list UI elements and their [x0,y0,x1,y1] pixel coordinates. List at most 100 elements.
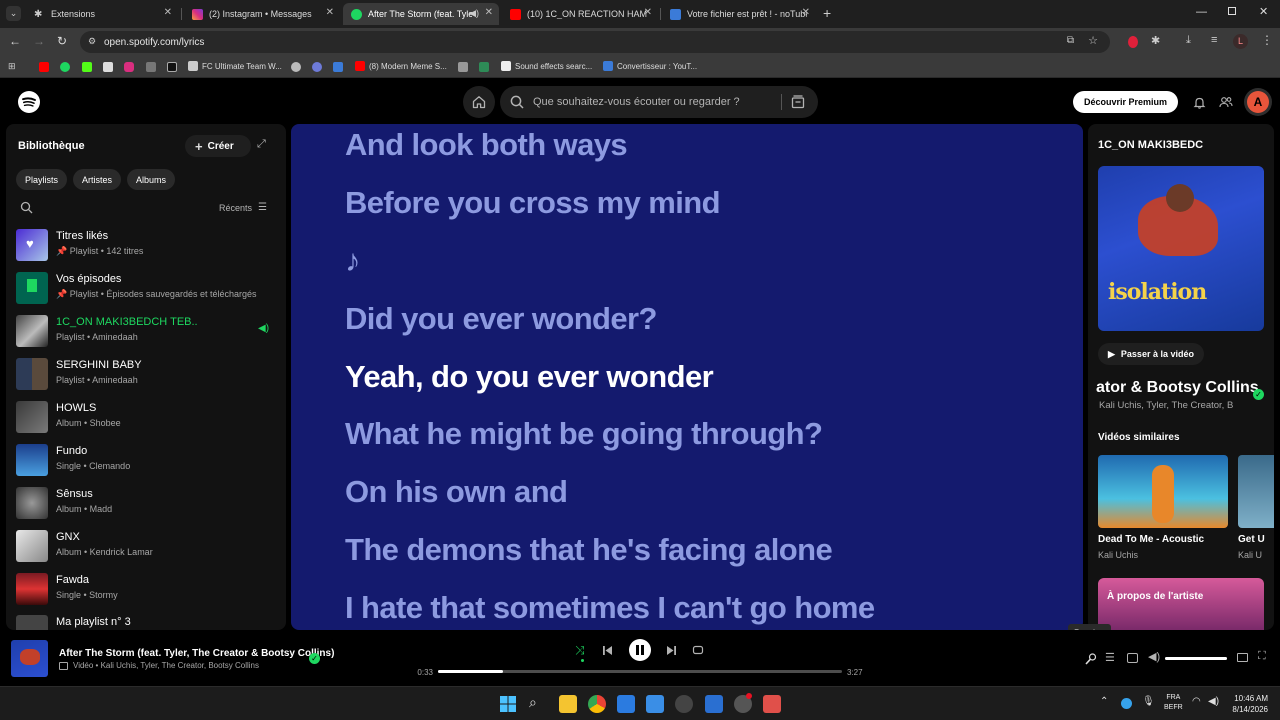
next-icon[interactable] [666,645,677,656]
site-info-icon[interactable]: ⚙ [88,36,96,47]
filter-albums[interactable]: Albums [127,169,176,190]
spotify-logo-icon[interactable] [18,91,40,113]
notube-bookmark-icon[interactable] [333,62,343,72]
library-item[interactable]: ♥ Titres likés 📌 Playlist • 142 titres [16,227,278,265]
lyric-line[interactable]: And look both ways [345,127,628,163]
shuffle-icon[interactable]: ⤨ [575,643,585,658]
tab-notube[interactable]: Votre fichier est prêt ! - noTube ✕ [662,3,816,25]
pause-button[interactable] [629,639,651,661]
search-input[interactable]: Que souhaitez-vous écouter ou regarder ? [500,86,818,118]
saved-check-icon[interactable]: ✓ [1253,389,1264,400]
tab-search-icon[interactable]: ⌄ [6,6,21,21]
library-item-playing[interactable]: 1C_ON MAKI3BEDCH TEB.. Playlist • Amined… [16,313,278,351]
windows-start-icon[interactable] [500,696,516,712]
bookmark-convertisseur[interactable]: Convertisseur : YouT... [603,61,697,71]
app-bookmark-icon[interactable] [103,62,113,72]
filter-artists[interactable]: Artistes [73,169,122,190]
close-tab-icon[interactable]: ✕ [326,7,334,18]
instagram-bookmark-icon[interactable] [124,62,134,72]
profile-avatar[interactable]: L [1233,34,1248,49]
app-bookmark-icon[interactable] [458,62,468,72]
repeat-icon[interactable] [692,644,704,656]
clock[interactable]: 10:46 AM 8/14/2026 [1226,693,1268,715]
forward-icon[interactable]: → [33,34,45,48]
app-bookmark-icon[interactable] [479,62,489,72]
lyric-line-current[interactable]: Yeah, do you ever wonder [345,359,714,395]
user-avatar[interactable]: A [1244,88,1272,116]
microphone-icon[interactable]: 🎙 [1142,696,1155,707]
cast-icon[interactable]: ⧉ [1067,35,1074,46]
library-item[interactable]: SERGHINI BABY Playlist • Aminedaah [16,356,278,394]
lyric-line[interactable]: What he might be going through? [345,416,823,452]
volume-icon[interactable]: ◀) [1148,650,1160,663]
now-playing-title[interactable]: After The Storm (feat. Tyler, The Creato… [59,648,334,659]
download-icon[interactable]: ⤓ [1186,34,1191,47]
expand-library-icon[interactable]: ⤢ [257,138,266,151]
tab-youtube[interactable]: (10) 1C_ON REACTION HAMAD ✕ [502,3,658,25]
youtube-bookmark-icon[interactable] [39,62,49,72]
premium-button[interactable]: Découvrir Premium [1073,91,1179,113]
tab-instagram[interactable]: (2) Instagram • Messages ✕ [184,3,340,25]
app-bookmark-icon[interactable] [146,62,156,72]
lyric-line[interactable]: I hate that sometimes I can't go home [345,590,875,626]
library-item[interactable]: Vos épisodes 📌 Playlist • Épisodes sauve… [16,270,278,308]
video-thumbnail[interactable] [1238,455,1274,528]
apps-grid-icon[interactable]: ⊞ [8,61,16,72]
library-item[interactable]: Sênsus Album • Madd [16,485,278,523]
volume-slider[interactable] [1165,657,1227,660]
create-button[interactable]: + Créer [185,135,251,157]
wifi-icon[interactable]: ◠ [1192,696,1201,707]
lyric-line[interactable]: On his own and [345,474,568,510]
similar-video-artist[interactable]: Kali Uchis [1098,550,1138,560]
tab-spotify-active[interactable]: After The Storm (feat. Tyler ◀) ✕ [343,3,499,25]
minimize-icon[interactable]: — [1196,6,1207,18]
menu-kebab-icon[interactable]: ⋮ [1261,33,1273,47]
spotify-bookmark-icon[interactable] [60,62,70,72]
switch-to-video-button[interactable]: ▶ Passer à la vidéo [1098,343,1204,365]
store-icon[interactable] [617,695,635,713]
speaker-icon[interactable]: ◀) [1208,696,1219,707]
close-tab-icon[interactable]: ✕ [802,7,810,18]
similar-video-title[interactable]: Dead To Me - Acoustic [1098,534,1204,545]
tab-extensions[interactable]: ✱ Extensions ✕ [26,3,178,25]
track-title[interactable]: ator & Bootsy Collins [1096,379,1259,397]
tray-app-icon[interactable] [1121,698,1132,709]
close-window-icon[interactable]: ✕ [1259,5,1268,18]
close-tab-icon[interactable]: ✕ [644,7,652,18]
lyric-line[interactable]: The demons that he's facing alone [345,532,833,568]
connect-device-icon[interactable] [1127,653,1138,663]
saved-check-icon[interactable]: ✓ [309,653,320,664]
library-search-icon[interactable] [20,201,33,214]
track-artists[interactable]: Kali Uchis, Tyler, The Creator, B [1099,400,1233,411]
media-player-icon[interactable] [675,695,693,713]
progress-bar[interactable] [438,670,842,673]
bookmark-fc-ultimate[interactable]: FC Ultimate Team W... [188,61,282,71]
lyric-line[interactable]: ♪ [345,243,361,279]
bell-icon[interactable] [1193,96,1206,109]
speaker-icon[interactable]: ◀) [469,8,479,19]
about-artist-card[interactable]: À propos de l'artiste [1098,578,1264,630]
address-bar[interactable]: ⚙ open.spotify.com/lyrics ⧉ ☆ [80,31,1110,53]
bookmark-sound-effects[interactable]: Sound effects searc... [501,61,592,71]
close-tab-icon[interactable]: ✕ [164,7,172,18]
now-playing-cover[interactable] [11,640,48,677]
similar-videos-title[interactable]: Vidéos similaires [1098,432,1180,443]
chrome-icon[interactable] [588,695,606,713]
friends-activity-icon[interactable] [1219,95,1233,109]
bookmark-star-icon[interactable]: ☆ [1088,34,1098,47]
tiktok-bookmark-icon[interactable] [167,62,177,72]
album-art[interactable]: isolation [1098,166,1264,331]
lyric-line[interactable]: Before you cross my mind [345,185,721,221]
video-thumbnail[interactable] [1098,455,1228,528]
reading-list-icon[interactable]: ≡ [1211,34,1217,46]
language-indicator[interactable]: FRA BEFR [1164,693,1183,713]
new-tab-icon[interactable]: + [823,5,831,21]
fullscreen-icon[interactable]: ⛶ [1258,650,1266,663]
library-title[interactable]: Bibliothèque [18,140,85,152]
taskbar-search-icon[interactable]: ⌕ [529,694,537,711]
extension-icon[interactable] [1128,36,1138,48]
maximize-icon[interactable] [1228,7,1236,15]
previous-icon[interactable] [602,645,613,656]
context-title[interactable]: 1C_ON MAKI3BEDC [1098,139,1203,151]
globe-icon[interactable] [291,62,301,72]
